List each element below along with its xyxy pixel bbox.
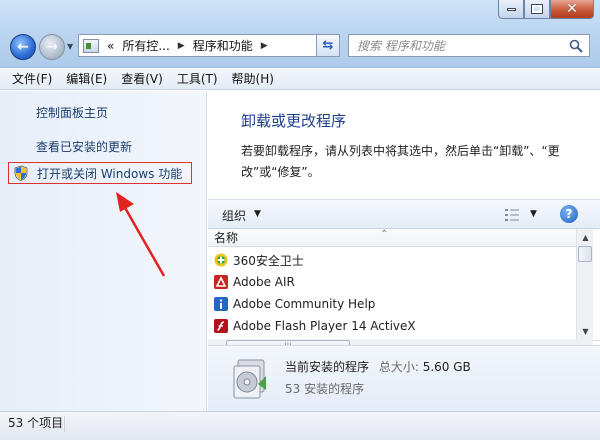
installed-programs-icon xyxy=(233,359,266,399)
vertical-scroll-thumb[interactable] xyxy=(578,246,592,262)
help-icon[interactable]: ? xyxy=(560,205,578,223)
item-count: 53 个项目 xyxy=(8,416,64,430)
total-size-label: 总大小: xyxy=(378,360,419,374)
program-list: ⌃ 名称 360安全卫士 Adobe AIR Adobe Community H… xyxy=(208,229,600,355)
forward-arrow-icon: → xyxy=(46,39,58,55)
refresh-button[interactable]: ⇆ xyxy=(316,34,340,57)
address-segment-programs[interactable]: 程序和功能 xyxy=(193,37,253,54)
page-title: 卸载或更改程序 xyxy=(241,112,347,130)
360-icon xyxy=(214,253,228,267)
column-header-name[interactable]: ⌃ 名称 xyxy=(208,229,576,247)
window-controls: ✕ xyxy=(498,0,594,19)
task-view-installed-updates[interactable]: 查看已安装的更新 xyxy=(36,138,132,155)
red-annotation-arrow-icon xyxy=(116,192,166,277)
address-overflow[interactable]: « xyxy=(107,39,114,53)
table-row[interactable]: Adobe Flash Player 14 ActiveX xyxy=(214,316,416,336)
menu-edit[interactable]: 编辑(E) xyxy=(66,70,107,87)
program-name: 360安全卫士 xyxy=(233,253,304,268)
control-panel-icon xyxy=(83,38,99,53)
scroll-down-icon[interactable]: ▼ xyxy=(577,323,594,339)
recent-pages-dropdown[interactable]: ▼ xyxy=(67,42,73,51)
search-icon[interactable] xyxy=(569,39,583,53)
sort-ascending-icon: ⌃ xyxy=(380,229,389,240)
maximize-button[interactable] xyxy=(524,0,550,19)
program-name: Adobe Community Help xyxy=(233,297,376,311)
adobe-air-icon xyxy=(214,275,228,289)
table-row[interactable]: Adobe AIR xyxy=(214,272,295,292)
details-label: 当前安装的程序 xyxy=(285,360,370,374)
back-arrow-icon: ← xyxy=(17,39,29,55)
organize-button[interactable]: 组织 xyxy=(222,207,246,224)
minimize-icon xyxy=(506,7,516,11)
command-bar: 组织 ▼ ▼ ? xyxy=(208,199,600,229)
details-summary: 当前安装的程序 总大小: 5.60 GB xyxy=(285,358,471,375)
task-windows-features-label: 打开或关闭 Windows 功能 xyxy=(37,166,183,181)
task-control-panel-home[interactable]: 控制面板主页 xyxy=(36,104,108,121)
column-header-label: 名称 xyxy=(214,231,239,245)
refresh-icon: ⇆ xyxy=(322,38,334,53)
program-name: Adobe AIR xyxy=(233,275,295,289)
menu-view[interactable]: 查看(V) xyxy=(121,70,163,87)
search-placeholder: 搜索 程序和功能 xyxy=(357,39,445,53)
window-chrome: ✕ ← → ▼ « 所有控... ▶ 程序和功能 ▶ ▼ ⇆ 搜索 程序和功能 xyxy=(0,0,600,68)
address-separator-icon[interactable]: ▶ xyxy=(261,41,268,51)
adobe-help-icon xyxy=(214,297,228,311)
views-icon[interactable] xyxy=(504,208,520,222)
forward-button[interactable]: → xyxy=(39,34,65,60)
total-size-value: 5.60 GB xyxy=(422,360,471,374)
menu-help[interactable]: 帮助(H) xyxy=(232,70,274,87)
menu-bar: 文件(F) 编辑(E) 查看(V) 工具(T) 帮助(H) xyxy=(0,68,600,90)
close-icon: ✕ xyxy=(566,1,578,17)
uac-shield-icon xyxy=(14,165,28,181)
views-dropdown-icon[interactable]: ▼ xyxy=(530,209,537,219)
details-pane: 当前安装的程序 总大小: 5.60 GB 53 安装的程序 xyxy=(208,345,600,411)
table-row[interactable]: 360安全卫士 xyxy=(214,250,304,270)
task-windows-features[interactable]: 打开或关闭 Windows 功能 xyxy=(8,162,192,184)
organize-dropdown-icon[interactable]: ▼ xyxy=(254,209,261,219)
flash-player-icon xyxy=(214,319,228,333)
menu-tools[interactable]: 工具(T) xyxy=(177,70,218,87)
back-button[interactable]: ← xyxy=(10,34,36,60)
address-bar[interactable]: « 所有控... ▶ 程序和功能 ▶ ▼ xyxy=(78,34,340,57)
installed-count: 53 安装的程序 xyxy=(285,382,365,396)
main-content: 卸载或更改程序 若要卸载程序，请从列表中将其选中，然后单击“卸载”、“更改”或“… xyxy=(208,91,600,411)
page-description: 若要卸载程序，请从列表中将其选中，然后单击“卸载”、“更改”或“修复”。 xyxy=(241,144,560,179)
menu-file[interactable]: 文件(F) xyxy=(12,70,52,87)
status-divider xyxy=(64,416,65,432)
close-button[interactable]: ✕ xyxy=(550,0,594,19)
search-input[interactable]: 搜索 程序和功能 xyxy=(348,34,590,57)
table-row[interactable]: Adobe Community Help xyxy=(214,294,375,314)
status-bar: 53 个项目 xyxy=(0,411,600,440)
scroll-up-icon[interactable]: ▲ xyxy=(577,229,594,245)
address-separator-icon[interactable]: ▶ xyxy=(178,41,185,51)
task-pane: 控制面板主页 查看已安装的更新 打开或关闭 Windows 功能 xyxy=(0,91,207,411)
minimize-button[interactable] xyxy=(498,0,524,19)
maximize-icon xyxy=(531,4,543,14)
address-segment-control-panel[interactable]: 所有控... xyxy=(122,37,169,54)
vertical-scrollbar[interactable]: ▲ ▼ xyxy=(576,229,593,339)
program-name: Adobe Flash Player 14 ActiveX xyxy=(233,319,416,333)
